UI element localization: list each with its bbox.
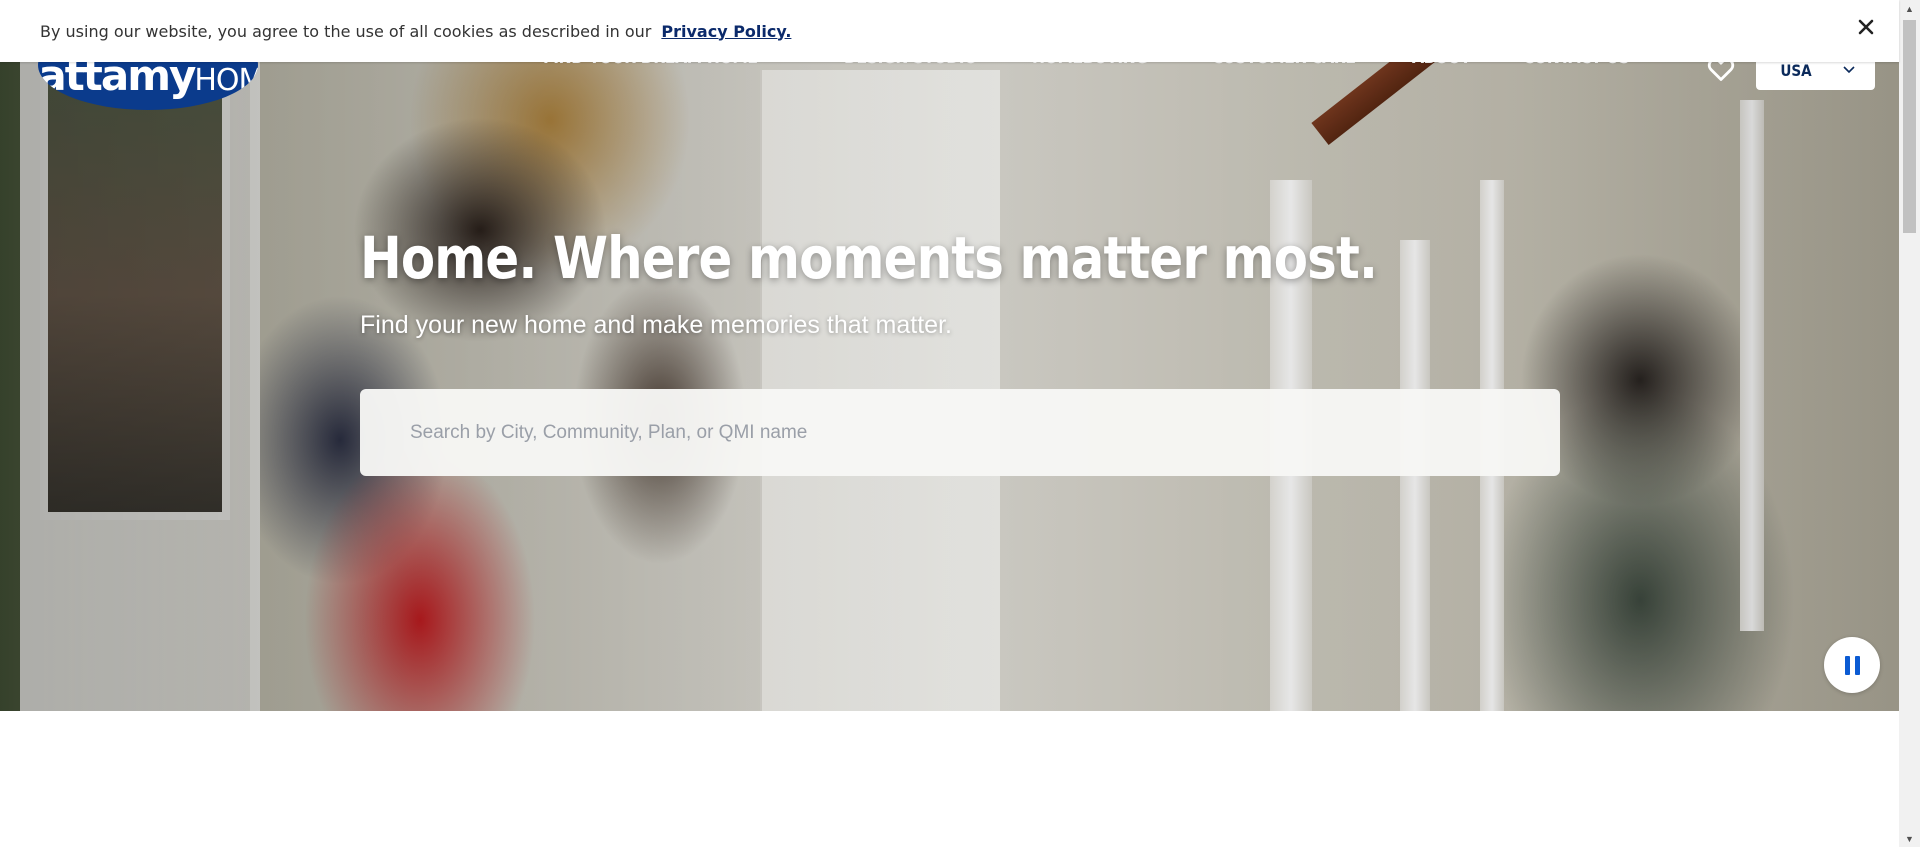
pause-icon	[1844, 655, 1850, 675]
hero-title: Home. Where moments matter most.	[360, 224, 1378, 292]
hero-background	[0, 0, 1899, 711]
cookie-close-button[interactable]	[1853, 14, 1879, 40]
hero-overlay	[0, 0, 1899, 711]
scroll-up-arrow[interactable]: ▲	[1899, 0, 1920, 17]
scroll-thumb[interactable]	[1903, 20, 1916, 233]
cookie-banner: By using our website, you agree to the u…	[0, 0, 1899, 62]
cookie-message: By using our website, you agree to the u…	[40, 21, 652, 41]
home-search-input[interactable]	[360, 389, 1560, 476]
hero-subtitle: Find your new home and make memories tha…	[360, 311, 952, 339]
close-icon	[1858, 19, 1874, 35]
chevron-down-icon	[1843, 66, 1855, 74]
video-pause-button[interactable]	[1824, 637, 1880, 693]
page-scrollbar[interactable]: ▲ ▼	[1899, 0, 1920, 847]
privacy-policy-link[interactable]: Privacy Policy.	[661, 22, 791, 41]
region-select-value: USA	[1780, 60, 1812, 80]
scroll-down-arrow[interactable]: ▼	[1899, 830, 1920, 847]
